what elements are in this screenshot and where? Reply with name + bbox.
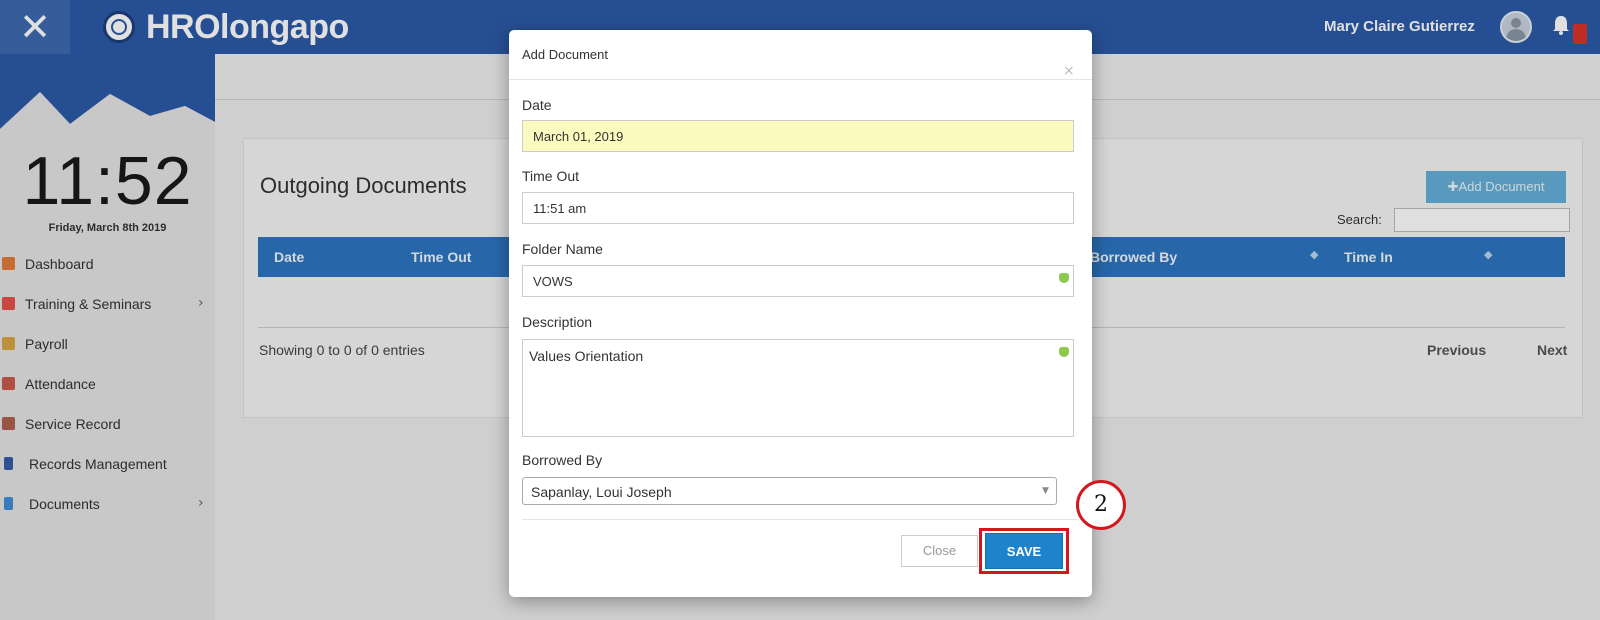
step-marker: 2 bbox=[1076, 480, 1126, 530]
close-icon[interactable]: × bbox=[1063, 63, 1075, 79]
folder-name-label: Folder Name bbox=[522, 241, 603, 257]
add-document-modal: Add Document × Date March 01, 2019 Time … bbox=[509, 30, 1092, 597]
borrowed-by-value: Sapanlay, Loui Joseph bbox=[531, 484, 672, 500]
borrowed-by-select[interactable]: Sapanlay, Loui Joseph ▼ bbox=[522, 477, 1057, 505]
close-button[interactable]: Close bbox=[901, 535, 978, 567]
input-helper-icon[interactable] bbox=[1059, 273, 1069, 283]
modal-footer-divider bbox=[522, 519, 1079, 520]
folder-name-field[interactable]: VOWS bbox=[522, 265, 1074, 297]
input-helper-icon[interactable] bbox=[1059, 347, 1069, 357]
date-label: Date bbox=[522, 97, 552, 113]
time-out-label: Time Out bbox=[522, 168, 580, 184]
description-field[interactable]: Values Orientation bbox=[522, 339, 1074, 437]
modal-header-divider bbox=[509, 79, 1092, 80]
description-label: Description bbox=[522, 314, 593, 330]
time-out-field[interactable]: 11:51 am bbox=[522, 192, 1074, 224]
modal-title: Add Document bbox=[522, 47, 608, 62]
chevron-down-icon: ▼ bbox=[1042, 486, 1049, 496]
borrowed-by-label: Borrowed By bbox=[522, 452, 603, 468]
date-field[interactable]: March 01, 2019 bbox=[522, 120, 1074, 152]
save-button[interactable]: SAVE bbox=[985, 533, 1063, 569]
